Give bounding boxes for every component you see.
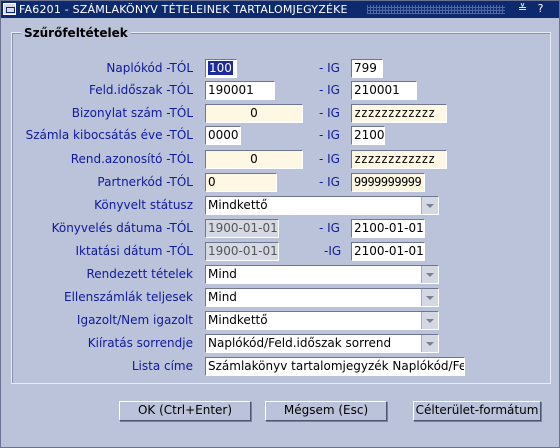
resize-icon[interactable]: ≚ xyxy=(516,3,529,16)
iktatasi-datum-to-input[interactable]: 2100-01-01 xyxy=(351,242,425,261)
naplokod-label: Naplókód -TÓL xyxy=(106,61,193,75)
naplokod-from-input[interactable]: 100 xyxy=(205,59,237,78)
ellenszamlak-label: Ellenszámlák teljesek xyxy=(63,290,193,304)
bizonylat-ig-label: - IG xyxy=(319,106,340,120)
ellenszamlak-select[interactable]: Mind xyxy=(205,288,439,307)
kiiratas-select[interactable]: Naplókód/Feld.időszak sorrend xyxy=(205,334,439,353)
chevron-down-icon[interactable] xyxy=(421,266,438,283)
konyveles-datuma-from-input[interactable]: 1900-01-01 xyxy=(205,219,279,238)
help-icon[interactable]: ? xyxy=(534,3,547,16)
chevron-down-icon[interactable] xyxy=(421,289,438,306)
rendezett-select[interactable]: Mind xyxy=(205,265,439,284)
kibocsatas-ig-label: - IG xyxy=(319,128,340,142)
rend-azon-ig-label: - IG xyxy=(319,152,340,166)
iktatasi-datum-label: Iktatási dátum -TÓL xyxy=(75,244,193,258)
dialog-window: FA6201 - SZÁMLAKÖNYV TÉTELEINEK TARTALOM… xyxy=(0,0,560,448)
feld-idoszak-from-input[interactable]: 190001 xyxy=(205,81,275,100)
lista-cime-input[interactable]: Számlakönyv tartalomjegyzék Naplókód/Fel… xyxy=(205,357,465,376)
naplokod-ig-label: - IG xyxy=(319,61,340,75)
bizonylat-label: Bizonylat szám -TÓL xyxy=(71,106,193,120)
rendezett-label: Rendezett tételek xyxy=(86,267,193,281)
iktatasi-datum-ig-label: -IG xyxy=(324,244,342,258)
konyvelt-statusz-select[interactable]: Mindkettő xyxy=(205,196,439,215)
igazolt-select[interactable]: Mindkettő xyxy=(205,311,439,330)
partnerkod-from-input[interactable]: 0 xyxy=(205,173,277,192)
bizonylat-from-input[interactable]: 0 xyxy=(205,104,303,123)
title-bar-grip xyxy=(367,5,505,14)
chevron-down-icon[interactable] xyxy=(421,197,438,214)
ok-button[interactable]: OK (Ctrl+Enter) xyxy=(119,401,251,421)
kibocsatas-from-input[interactable]: 0000 xyxy=(205,126,241,145)
konyvelt-statusz-label: Könyvelt státusz xyxy=(94,198,193,212)
target-format-button[interactable]: Célterület-formátum xyxy=(413,401,541,421)
partnerkod-ig-label: - IG xyxy=(319,175,340,189)
kibocsatas-label: Számla kibocsátás éve -TÓL xyxy=(25,128,193,142)
feld-idoszak-ig-label: - IG xyxy=(319,83,340,97)
window-title: FA6201 - SZÁMLAKÖNYV TÉTELEINEK TARTALOM… xyxy=(19,3,348,16)
naplokod-to-input[interactable]: 799 xyxy=(351,59,383,78)
kiiratas-label: Kiíratás sorrendje xyxy=(87,336,193,350)
kibocsatas-to-input[interactable]: 2100 xyxy=(351,126,385,145)
konyveles-datuma-ig-label: - IG xyxy=(319,221,340,235)
window-icon[interactable] xyxy=(3,3,16,15)
konyveles-datuma-label: Könyvelés dátuma -TÓL xyxy=(51,221,193,235)
feld-idoszak-to-input[interactable]: 210001 xyxy=(351,81,417,100)
rend-azon-to-input[interactable]: zzzzzzzzzzzz xyxy=(351,150,447,169)
rend-azon-from-input[interactable]: 0 xyxy=(205,150,303,169)
bizonylat-to-input[interactable]: zzzzzzzzzzzz xyxy=(351,104,447,123)
chevron-down-icon[interactable] xyxy=(421,312,438,329)
igazolt-label: Igazolt/Nem igazolt xyxy=(76,313,193,327)
lista-cime-label: Lista címe xyxy=(131,359,193,373)
kiiratas-value: Naplókód/Feld.időszak sorrend xyxy=(208,336,392,350)
partnerkod-label: Partnerkód -TÓL xyxy=(97,175,193,189)
igazolt-value: Mindkettő xyxy=(208,313,268,327)
iktatasi-datum-from-input[interactable]: 1900-01-01 xyxy=(205,242,279,261)
rendezett-value: Mind xyxy=(208,267,237,281)
title-bar[interactable]: FA6201 - SZÁMLAKÖNYV TÉTELEINEK TARTALOM… xyxy=(1,1,559,18)
rend-azon-label: Rend.azonosító -TÓL xyxy=(70,152,193,166)
filter-group-title: Szűrőfeltételek xyxy=(21,26,131,40)
chevron-down-icon[interactable] xyxy=(421,335,438,352)
feld-idoszak-label: Feld.időszak -TÓL xyxy=(88,83,193,97)
konyveles-datuma-to-input[interactable]: 2100-01-01 xyxy=(351,219,425,238)
cancel-button[interactable]: Mégsem (Esc) xyxy=(265,401,387,421)
partnerkod-to-input[interactable]: 9999999999 xyxy=(351,173,425,192)
ellenszamlak-value: Mind xyxy=(208,290,237,304)
konyvelt-statusz-value: Mindkettő xyxy=(208,198,268,212)
